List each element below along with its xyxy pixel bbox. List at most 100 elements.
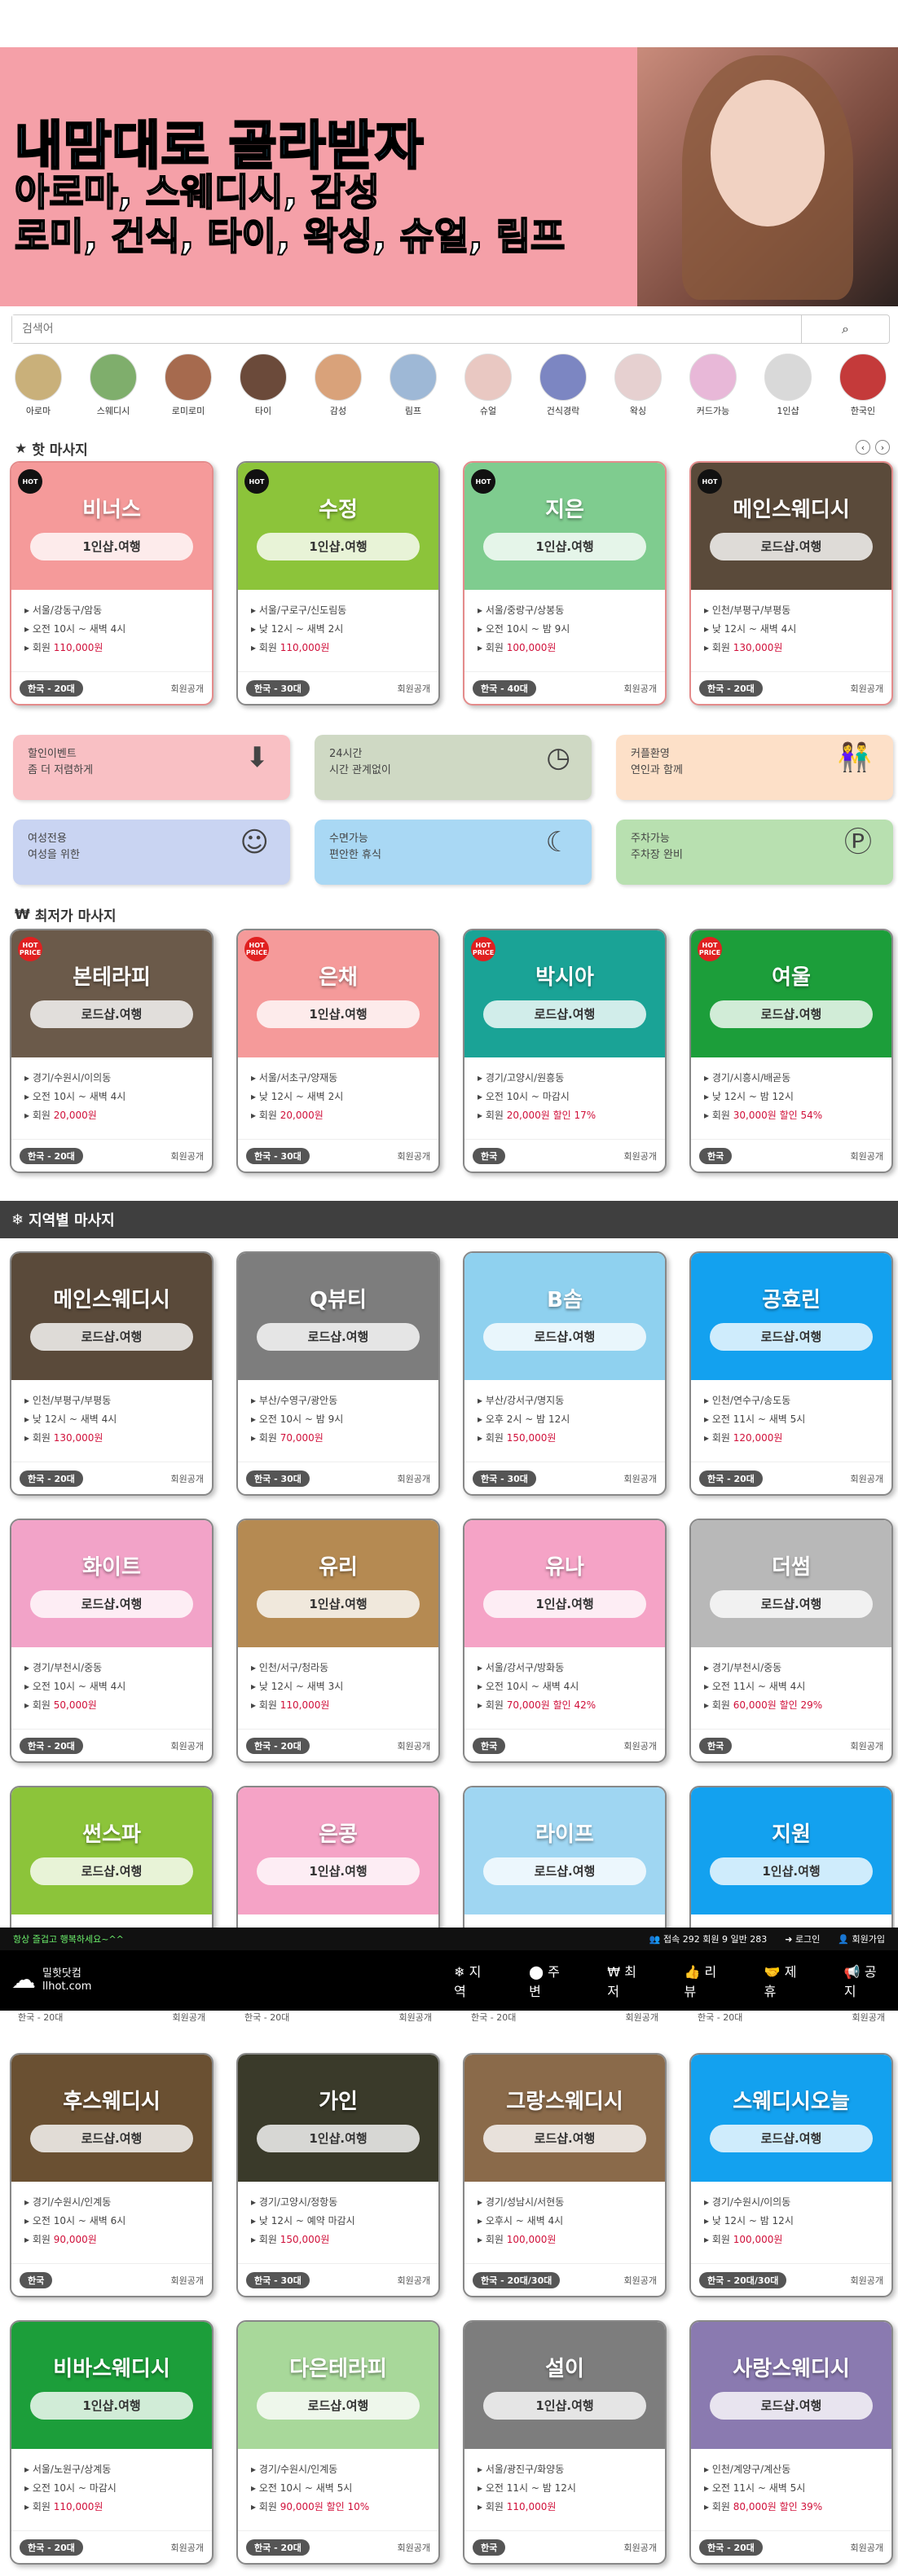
next-arrow-icon[interactable]: › <box>875 440 890 455</box>
shop-card[interactable]: HOT PRICE 박시아 로드샵.여행 ▸ 경기/고양시/원흥동 ▸ 오전 10시 ~… <box>463 929 667 1173</box>
category-item[interactable]: 림프 <box>385 354 442 417</box>
search-input[interactable] <box>12 315 795 343</box>
hot-price-badge: HOT PRICE <box>244 937 269 961</box>
login-link[interactable]: ➜ 로그인 <box>785 1932 820 1945</box>
nav-item-4[interactable]: 🤝 제휴 <box>764 1961 807 2000</box>
promo-card[interactable]: 주차가능 주차장 완비 Ⓟ <box>616 820 893 885</box>
join-link[interactable]: 👤 회원가입 <box>838 1932 885 1945</box>
category-item[interactable]: 1인샵 <box>759 354 817 417</box>
promo-subtitle: 여성을 위한 <box>28 849 80 861</box>
shop-card[interactable]: 지원 1인샵.여행 <box>689 1786 893 1928</box>
shop-card[interactable]: HOT PRICE 본테라피 로드샵.여행 ▸ 경기/수원시/이의동 ▸ 오전 10시 … <box>10 929 213 1173</box>
card-footer: 한국 - 20대 회원공개 <box>11 2530 212 2563</box>
shop-card[interactable]: 가인 1인샵.여행 ▸ 경기/고양시/정항동 ▸ 낮 12시 ~ 예약 마감시 ▸ 회원… <box>236 2053 440 2297</box>
shop-hours: ▸ 오전 11시 ~ 밤 12시 <box>478 2482 576 2494</box>
login-icon: ➜ <box>785 1934 793 1945</box>
shop-card[interactable]: 라이프 로드샵.여행 <box>463 1786 667 1928</box>
age-pill: 한국 - 20대 <box>246 2539 310 2556</box>
promo-card[interactable]: 24시간 시간 관계없이 ◷ <box>315 735 592 800</box>
shop-card[interactable]: B솜 로드샵.여행 ▸ 부산/강서구/명지동 ▸ 오후 2시 ~ 밤 12시 ▸ 회원 … <box>463 1251 667 1496</box>
shop-card[interactable]: 더썸 로드샵.여행 ▸ 경기/부천시/중동 ▸ 오전 11시 ~ 새벽 4시 ▸ 회원 … <box>689 1519 893 1763</box>
shop-hours: ▸ 오전 10시 ~ 새벽 4시 <box>24 1091 126 1102</box>
visibility-label: 회원공개 <box>850 1473 883 1484</box>
card-info: ▸ 인천/연수구/송도동 ▸ 오전 11시 ~ 새벽 5시 ▸ 회원 120,000… <box>691 1380 891 1459</box>
promo-card[interactable]: 여성전용 여성을 위한 ☺ <box>13 820 290 885</box>
category-item[interactable]: 타이 <box>235 354 292 417</box>
shop-name: 메인스웨디시 <box>53 1287 170 1312</box>
category-item[interactable]: 한국인 <box>834 354 891 417</box>
shop-name: 그랑스웨디시 <box>506 2089 623 2114</box>
shop-card[interactable]: 비바스웨디시 1인샵.여행 ▸ 서울/노원구/상계동 ▸ 오전 10시 ~ 마감시 ▸ … <box>10 2320 213 2565</box>
nav-item-5[interactable]: 📢 공지 <box>844 1961 887 2000</box>
category-item[interactable]: 건식경락 <box>535 354 592 417</box>
age-pill: 한국 - 40대 <box>473 679 536 697</box>
promo-card[interactable]: 커플환영 연인과 함께 👫 <box>616 735 893 800</box>
shop-name: 스웨디시오늘 <box>733 2089 850 2114</box>
category-item[interactable]: 스웨디시 <box>85 354 142 417</box>
shop-card[interactable]: 공효린 로드샵.여행 ▸ 인천/연수구/송도동 ▸ 오전 11시 ~ 새벽 5시 ▸ 회… <box>689 1251 893 1496</box>
nav-item-1[interactable]: ⬤ 주변 <box>529 1961 570 2000</box>
category-item[interactable]: 커드가능 <box>685 354 742 417</box>
shop-hours: ▸ 오전 10시 ~ 새벽 4시 <box>24 1681 126 1692</box>
handshake-icon: 🤝 <box>764 1964 785 1980</box>
shop-card[interactable]: HOT PRICE 여울 로드샵.여행 ▸ 경기/시흥시/배곧동 ▸ 낮 12시 ~ 밤… <box>689 929 893 1173</box>
shop-card[interactable]: 그랑스웨디시 로드샵.여행 ▸ 경기/성남시/서현동 ▸ 오후시 ~ 새벽 4시 ▸ 회… <box>463 2053 667 2297</box>
shop-card[interactable]: 화이트 로드샵.여행 ▸ 경기/부천시/중동 ▸ 오전 10시 ~ 새벽 4시 ▸ 회원… <box>10 1519 213 1763</box>
shop-card[interactable]: 다은테라피 로드샵.여행 ▸ 경기/수원시/인계동 ▸ 오전 10시 ~ 새벽 5시 ▸… <box>236 2320 440 2565</box>
hero-banner[interactable]: 내맘대로 골라받자 아로마, 스웨디시, 감성 로미, 건식, 타이, 왁싱, … <box>0 47 898 306</box>
shop-card[interactable]: 썬스파 로드샵.여행 <box>10 1786 213 1928</box>
shop-address: ▸ 인천/부평구/부평동 <box>704 604 791 616</box>
shop-card[interactable]: 후스웨디시 로드샵.여행 ▸ 경기/수원시/인계동 ▸ 오전 10시 ~ 새벽 6시 ▸… <box>10 2053 213 2297</box>
card-info: ▸ 경기/고양시/정항동 ▸ 낮 12시 ~ 예약 마감시 ▸ 회원 150,000… <box>238 2182 438 2261</box>
card-cover: 후스웨디시 로드샵.여행 <box>11 2055 212 2182</box>
shop-card[interactable]: HOT 지은 1인샵.여행 ▸ 서울/중랑구/상봉동 ▸ 오전 10시 ~ 밤 9시 ▸ … <box>463 461 667 706</box>
category-item[interactable]: 아로마 <box>10 354 67 417</box>
category-label: 로미로미 <box>171 406 205 416</box>
prev-arrow-icon[interactable]: ‹ <box>856 440 870 455</box>
shop-card[interactable]: HOT 비너스 1인샵.여행 ▸ 서울/강동구/암동 ▸ 오전 10시 ~ 새벽 4시 ▸… <box>10 461 213 706</box>
nav-item-2[interactable]: ₩ 최저 <box>607 1961 646 2000</box>
shop-card[interactable]: 은콩 1인샵.여행 <box>236 1786 440 1928</box>
category-image <box>764 354 812 401</box>
shop-tag: 로드샵.여행 <box>30 2124 193 2152</box>
category-item[interactable]: 감성 <box>310 354 367 417</box>
shop-name: 가인 <box>319 2089 358 2114</box>
shop-card[interactable]: HOT 메인스웨디시 로드샵.여행 ▸ 인천/부평구/부평동 ▸ 낮 12시 ~ 새벽 … <box>689 461 893 706</box>
promo-subtitle: 편안한 휴식 <box>329 849 381 861</box>
region-grid-1: 메인스웨디시 로드샵.여행 ▸ 인천/부평구/부평동 ▸ 낮 12시 ~ 새벽 4시 ▸… <box>10 1251 895 1496</box>
search-button[interactable]: ⌕ <box>801 315 889 343</box>
shop-card[interactable]: 설이 1인샵.여행 ▸ 서울/광진구/화양동 ▸ 오전 11시 ~ 밤 12시 ▸ 회원… <box>463 2320 667 2565</box>
shop-hours: ▸ 오전 10시 ~ 새벽 4시 <box>24 623 126 635</box>
category-item[interactable]: 로미로미 <box>160 354 217 417</box>
nav-item-3[interactable]: 👍 리뷰 <box>685 1961 727 2000</box>
nav-item-0[interactable]: ❄ 지역 <box>454 1961 491 2000</box>
shop-price: ▸ 회원 130,000원 <box>24 1432 103 1444</box>
category-image <box>539 354 587 401</box>
promo-card[interactable]: 수면가능 편안한 휴식 ☾ <box>315 820 592 885</box>
promo-card[interactable]: 할인이벤트 좀 더 저렴하게 ⬇ <box>13 735 290 800</box>
shop-hours: ▸ 낮 12시 ~ 새벽 4시 <box>24 1413 117 1425</box>
category-item[interactable]: 슈얼 <box>460 354 517 417</box>
banner-line-3: 로미, 건식, 타이, 왁싱, 슈얼, 림프 <box>14 213 566 259</box>
shop-address: ▸ 서울/강서구/방화동 <box>478 1662 565 1673</box>
shop-card[interactable]: 유리 1인샵.여행 ▸ 인천/서구/청라동 ▸ 낮 12시 ~ 새벽 3시 ▸ 회원 1… <box>236 1519 440 1763</box>
site-logo[interactable]: ☁ 밀핫닷컴 llhot.com <box>11 1967 234 1994</box>
shop-card[interactable]: 유나 1인샵.여행 ▸ 서울/강서구/방화동 ▸ 오전 10시 ~ 새벽 4시 ▸ 회원… <box>463 1519 667 1763</box>
category-label: 커드가능 <box>696 406 730 416</box>
shop-card[interactable]: HOT PRICE 은채 1인샵.여행 ▸ 서울/서초구/양재동 ▸ 낮 12시 ~ 새… <box>236 929 440 1173</box>
shop-card[interactable]: Q뷰티 로드샵.여행 ▸ 부산/수영구/광안동 ▸ 오전 10시 ~ 밤 9시 ▸ 회원… <box>236 1251 440 1496</box>
shop-address: ▸ 서울/광진구/화양동 <box>478 2464 565 2475</box>
shop-card[interactable]: 메인스웨디시 로드샵.여행 ▸ 인천/부평구/부평동 ▸ 낮 12시 ~ 새벽 4시 ▸… <box>10 1251 213 1496</box>
search-icon: ⌕ <box>842 321 849 336</box>
shop-address: ▸ 인천/부평구/부평동 <box>24 1395 112 1406</box>
card-cover: HOT 비너스 1인샵.여행 <box>11 463 212 590</box>
shop-tag: 1인샵.여행 <box>483 532 646 560</box>
shop-card[interactable]: HOT 수정 1인샵.여행 ▸ 서울/구로구/신도림동 ▸ 낮 12시 ~ 새벽 2시 ▸… <box>236 461 440 706</box>
shop-price: ▸ 회원 90,000원 <box>24 2234 97 2245</box>
card-cover: HOT PRICE 박시아 로드샵.여행 <box>464 930 665 1057</box>
shop-address: ▸ 경기/수원시/인계동 <box>251 2464 338 2475</box>
shop-address: ▸ 서울/노원구/상계동 <box>24 2464 112 2475</box>
shop-card[interactable]: 사랑스웨디시 로드샵.여행 ▸ 인천/계양구/계산동 ▸ 오전 11시 ~ 새벽 5시… <box>689 2320 893 2565</box>
shop-card[interactable]: 스웨디시오늘 로드샵.여행 ▸ 경기/수원시/이의동 ▸ 낮 12시 ~ 밤 12시 ▸… <box>689 2053 893 2297</box>
category-item[interactable]: 왁싱 <box>610 354 667 417</box>
